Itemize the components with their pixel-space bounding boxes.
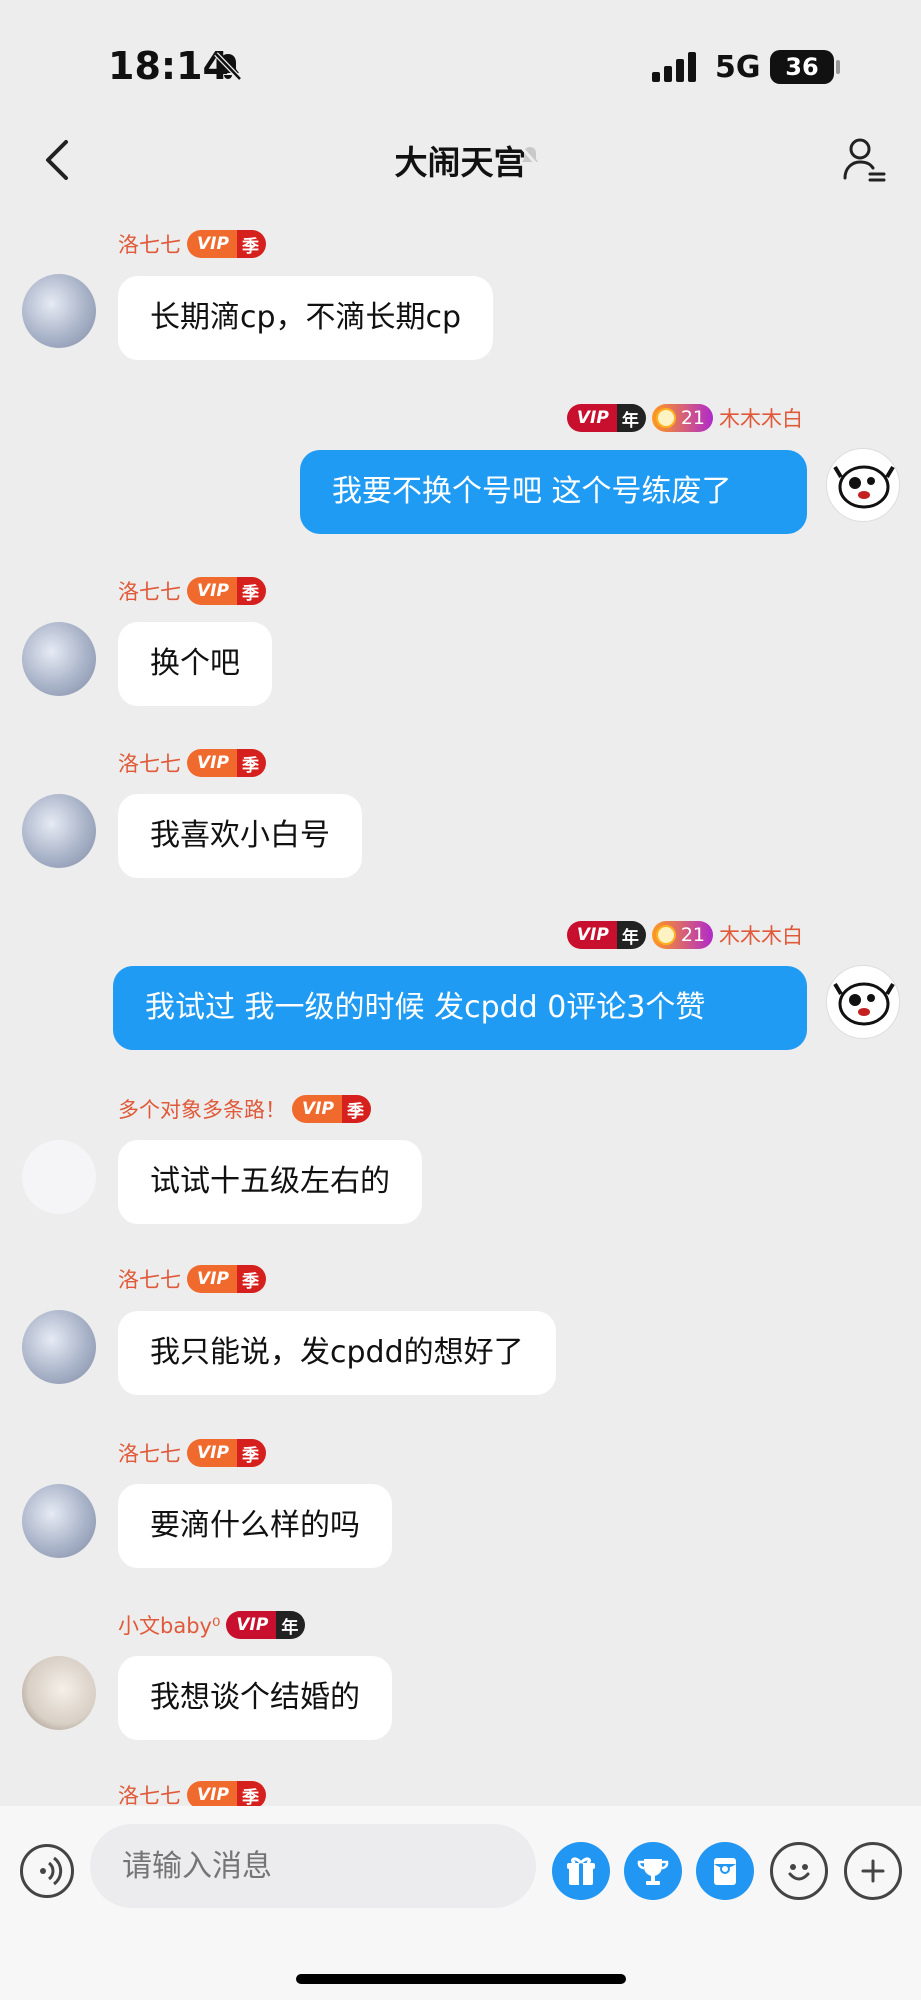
message-bubble[interactable]: 我喜欢小白号 (118, 794, 362, 878)
dog-icon (833, 982, 895, 1026)
gift-icon[interactable] (552, 1842, 610, 1900)
sender-name[interactable]: 洛七七 (118, 748, 181, 778)
sender-name[interactable]: 洛七七 (118, 229, 181, 259)
sender-row: VIP 年 21 木木木白 (566, 403, 803, 433)
sender-row: 洛七七 VIP 季 (118, 576, 266, 606)
message-bubble[interactable]: 我试过 我一级的时候 发cpdd 0评论3个赞 (113, 966, 807, 1050)
sender-row: 多个对象多条路！ VIP 季 (118, 1094, 371, 1124)
group-members-icon[interactable] (842, 134, 886, 184)
vip-badge: VIP 季 (187, 577, 266, 605)
blank-avatar[interactable] (22, 1140, 96, 1214)
battery-icon: 36 (770, 50, 834, 84)
vip-badge: VIP 季 (187, 1781, 266, 1809)
sender-name[interactable]: 多个对象多条路！ (118, 1094, 286, 1124)
sender-row: 洛七七 VIP 季 (118, 1438, 266, 1468)
status-bar: 18:14 5G 36 (0, 0, 921, 110)
muted-bell-icon (519, 145, 541, 169)
vip-badge: VIP 季 (187, 230, 266, 258)
dog-avatar[interactable] (826, 965, 900, 1039)
girl-avatar[interactable] (22, 1484, 96, 1558)
level-badge: 21 (651, 921, 713, 949)
emoji-icon[interactable] (770, 1842, 828, 1900)
sender-row: VIP 年 21 木木木白 (566, 920, 803, 950)
baby-avatar[interactable] (22, 1656, 96, 1730)
battery-tip (836, 60, 840, 74)
sender-name[interactable]: 洛七七 (118, 1438, 181, 1468)
sender-name[interactable]: 小文baby⁰ (118, 1610, 220, 1640)
sender-row: 小文baby⁰ VIP 年 (118, 1610, 306, 1640)
vip-badge: VIP 季 (187, 749, 266, 777)
sender-row: 洛七七 VIP 季 (118, 748, 266, 778)
level-badge: 21 (651, 404, 713, 432)
message-bubble[interactable]: 长期滴cp，不滴长期cp (118, 276, 494, 360)
message-bubble[interactable]: 我要不换个号吧 这个号练废了 (300, 450, 807, 534)
girl-avatar[interactable] (22, 622, 96, 696)
battery-level: 36 (785, 53, 819, 81)
girl-avatar[interactable] (22, 1310, 96, 1384)
bell-off-icon (214, 52, 242, 81)
dog-avatar[interactable] (826, 448, 900, 522)
cellular-signal-icon (652, 52, 696, 82)
sender-name[interactable]: 洛七七 (118, 576, 181, 606)
coin-icon (655, 408, 676, 428)
input-bar (0, 1806, 921, 2000)
sender-row: 洛七七 VIP 季 (118, 229, 266, 259)
red-packet-icon[interactable] (696, 1842, 754, 1900)
network-type: 5G (715, 50, 761, 85)
dog-icon (833, 465, 895, 509)
trophy-icon[interactable] (624, 1842, 682, 1900)
home-indicator[interactable] (296, 1974, 626, 1984)
sender-name[interactable]: 洛七七 (118, 1264, 181, 1294)
voice-icon[interactable] (20, 1844, 74, 1898)
message-bubble[interactable]: 我只能说，发cpdd的想好了 (118, 1311, 556, 1395)
sender-row: 洛七七 VIP 季 (118, 1264, 266, 1294)
girl-avatar[interactable] (22, 274, 96, 348)
vip-badge: VIP 年 (566, 404, 646, 432)
nav-bar: 大闹天宫 (0, 120, 921, 200)
message-input[interactable] (90, 1824, 536, 1908)
vip-badge: VIP 季 (187, 1265, 266, 1293)
message-bubble[interactable]: 要滴什么样的吗 (118, 1484, 392, 1568)
sender-name[interactable]: 木木木白 (719, 920, 803, 950)
page-title: 大闹天宫 (394, 143, 527, 182)
plus-icon[interactable] (844, 1842, 902, 1900)
message-bubble[interactable]: 我想谈个结婚的 (118, 1656, 392, 1740)
sender-name[interactable]: 木木木白 (719, 403, 803, 433)
vip-badge: VIP 年 (566, 921, 646, 949)
vip-badge: VIP 年 (226, 1611, 306, 1639)
status-time: 18:14 (108, 44, 229, 88)
vip-badge: VIP 季 (187, 1439, 266, 1467)
message-bubble[interactable]: 试试十五级左右的 (118, 1140, 422, 1224)
message-bubble[interactable]: 换个吧 (118, 622, 272, 706)
girl-avatar[interactable] (22, 794, 96, 868)
vip-badge: VIP 季 (292, 1095, 371, 1123)
coin-icon (655, 925, 676, 945)
